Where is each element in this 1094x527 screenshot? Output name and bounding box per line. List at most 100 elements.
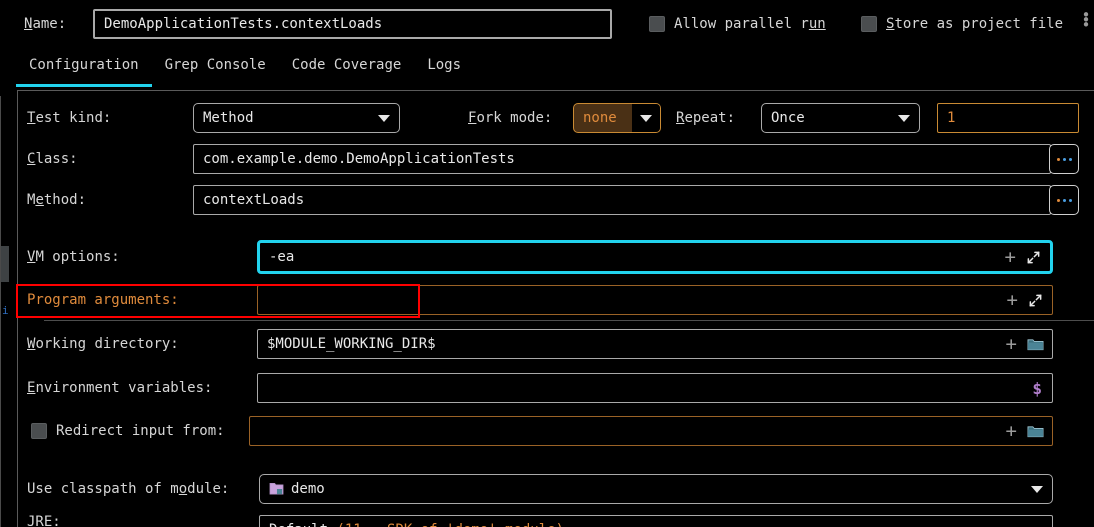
browse-dot-2 bbox=[1062, 157, 1066, 161]
vm-options-label-row: VM options: bbox=[27, 242, 120, 272]
jre-label: JRE: bbox=[27, 515, 61, 527]
repeat-count-value: 1 bbox=[947, 110, 956, 126]
name-input[interactable]: DemoApplicationTests.contextLoads bbox=[93, 9, 612, 39]
vm-options-value: -ea bbox=[269, 249, 295, 265]
tab-code-coverage[interactable]: Code Coverage bbox=[279, 54, 415, 87]
program-arguments-label-row: Program arguments: bbox=[27, 285, 179, 315]
method-label-rest: thod: bbox=[43, 192, 87, 208]
inspection-marker-icon: i bbox=[2, 304, 9, 317]
tab-configuration[interactable]: Configuration bbox=[16, 54, 152, 87]
chevron-down-icon bbox=[898, 114, 910, 122]
fork-mode-dropdown[interactable]: none bbox=[573, 103, 661, 133]
store-as-project-file-label: Store as project file bbox=[886, 16, 1063, 32]
chevron-down-icon bbox=[378, 114, 390, 122]
test-kind-value: Method bbox=[203, 110, 254, 126]
plus-icon[interactable]: + bbox=[1000, 290, 1025, 310]
allow-parallel-run-label: Allow parallel run bbox=[674, 16, 826, 32]
expand-icon[interactable] bbox=[1023, 250, 1050, 265]
browse-dot-1 bbox=[1056, 198, 1060, 202]
jre-dropdown[interactable]: Default (11 - SDK of 'demo' module) bbox=[259, 515, 1053, 527]
repeat-dropdown[interactable]: Once bbox=[761, 103, 920, 133]
classpath-module-label-row: Use classpath of module: bbox=[27, 474, 229, 504]
jre-value-wrap: Default (11 - SDK of 'demo' module) bbox=[269, 522, 1052, 527]
store-label-rest: tore as project file bbox=[894, 16, 1064, 32]
vm-options-label: VM options: bbox=[27, 249, 120, 265]
environment-variables-label-row: Environment variables: bbox=[27, 373, 212, 403]
name-label: Name: bbox=[24, 16, 66, 32]
classpath-module-label: Use classpath of module: bbox=[27, 481, 229, 497]
chevron-down-icon bbox=[640, 114, 652, 122]
allow-parallel-run-label-a: Allow parallel r bbox=[674, 16, 809, 32]
repeat-label-row: Repeat: bbox=[676, 103, 735, 133]
fork-mode-label-rest: ork mode: bbox=[476, 110, 553, 126]
redirect-input-label: Redirect input from: bbox=[56, 423, 225, 439]
vm-options-input[interactable]: -ea + bbox=[257, 240, 1053, 274]
working-directory-label-row: Working directory: bbox=[27, 329, 179, 359]
scrollbar-thumb[interactable] bbox=[1, 246, 9, 282]
test-kind-label-rest: est kind: bbox=[35, 110, 112, 126]
name-label-text: ame: bbox=[32, 16, 67, 32]
class-label: Class: bbox=[27, 151, 78, 167]
plus-icon[interactable]: + bbox=[999, 421, 1024, 441]
dialog-header: Name: DemoApplicationTests.contextLoads … bbox=[0, 0, 1094, 48]
class-input-value: com.example.demo.DemoApplicationTests bbox=[203, 151, 515, 167]
working-directory-input[interactable]: $MODULE_WORKING_DIR$ + bbox=[257, 329, 1053, 359]
jre-value-detail: (11 - SDK of 'demo' module) bbox=[336, 522, 564, 527]
method-input[interactable]: contextLoads bbox=[193, 185, 1051, 215]
store-as-project-file-checkbox[interactable] bbox=[861, 16, 877, 32]
browse-dot-3 bbox=[1068, 198, 1072, 202]
plus-icon[interactable]: + bbox=[998, 247, 1023, 267]
working-directory-label-rest: orking directory: bbox=[35, 336, 179, 352]
tab-logs[interactable]: Logs bbox=[414, 54, 474, 87]
program-arguments-label: Program arguments: bbox=[27, 292, 179, 308]
expand-icon[interactable] bbox=[1025, 293, 1052, 308]
jre-label-row: JRE: bbox=[27, 515, 61, 527]
program-arguments-input[interactable]: + bbox=[257, 285, 1053, 315]
browse-dot-2 bbox=[1062, 198, 1066, 202]
fork-mode-label: Fork mode: bbox=[468, 110, 552, 126]
test-kind-label: Test kind: bbox=[27, 110, 111, 126]
environment-variables-input[interactable]: $ bbox=[257, 373, 1053, 403]
classpath-module-label-prefix: Use classpath of m bbox=[27, 481, 179, 497]
allow-parallel-run-checkbox[interactable] bbox=[649, 16, 665, 32]
folder-icon[interactable] bbox=[1024, 337, 1052, 352]
allow-parallel-run-checkbox-row[interactable]: Allow parallel run bbox=[649, 16, 826, 32]
dollar-icon[interactable]: $ bbox=[1029, 379, 1052, 398]
vm-options-label-rest: M options: bbox=[35, 249, 120, 265]
environment-variables-label-rest: nvironment variables: bbox=[35, 380, 213, 396]
plus-icon[interactable]: + bbox=[999, 334, 1024, 354]
method-browse-button[interactable] bbox=[1049, 185, 1079, 215]
classpath-module-value: demo bbox=[291, 481, 325, 497]
tab-grep-console[interactable]: Grep Console bbox=[152, 54, 279, 87]
name-input-value: DemoApplicationTests.contextLoads bbox=[104, 16, 383, 32]
class-input[interactable]: com.example.demo.DemoApplicationTests bbox=[193, 144, 1051, 174]
classpath-module-dropdown[interactable]: demo bbox=[259, 474, 1053, 504]
working-directory-value: $MODULE_WORKING_DIR$ bbox=[267, 336, 436, 352]
test-kind-dropdown[interactable]: Method bbox=[193, 103, 400, 133]
tab-bar: Configuration Grep Console Code Coverage… bbox=[16, 54, 1094, 90]
vertical-dots-icon[interactable]: • • • bbox=[1081, 8, 1091, 33]
jre-value-main: Default bbox=[269, 522, 336, 527]
classpath-module-value-wrap: demo bbox=[269, 481, 325, 497]
redirect-input-checkbox-row[interactable]: Redirect input from: bbox=[31, 416, 225, 446]
class-label-rest: lass: bbox=[35, 151, 78, 167]
redirect-input-checkbox[interactable] bbox=[31, 423, 47, 439]
classpath-module-label-rest: dule: bbox=[187, 481, 230, 497]
test-kind-label-row: Test kind: bbox=[27, 103, 111, 133]
fork-mode-dropdown-arrow[interactable] bbox=[632, 104, 660, 132]
section-divider bbox=[44, 320, 1094, 321]
module-icon bbox=[269, 482, 284, 496]
repeat-count-input[interactable]: 1 bbox=[937, 103, 1079, 133]
chevron-down-icon bbox=[1031, 485, 1043, 493]
repeat-label-rest: epeat: bbox=[684, 110, 736, 126]
fork-mode-value: none bbox=[583, 110, 617, 126]
class-browse-button[interactable] bbox=[1049, 144, 1079, 174]
browse-dot-3 bbox=[1068, 157, 1072, 161]
store-as-project-file-checkbox-row[interactable]: Store as project file bbox=[861, 16, 1063, 32]
environment-variables-label: Environment variables: bbox=[27, 380, 212, 396]
classpath-module-label-mnemonic: o bbox=[178, 481, 188, 497]
method-label: Method: bbox=[27, 192, 86, 208]
redirect-input-field[interactable]: + bbox=[249, 416, 1053, 446]
panel-left-edge: i bbox=[0, 96, 9, 527]
folder-icon[interactable] bbox=[1024, 424, 1052, 439]
